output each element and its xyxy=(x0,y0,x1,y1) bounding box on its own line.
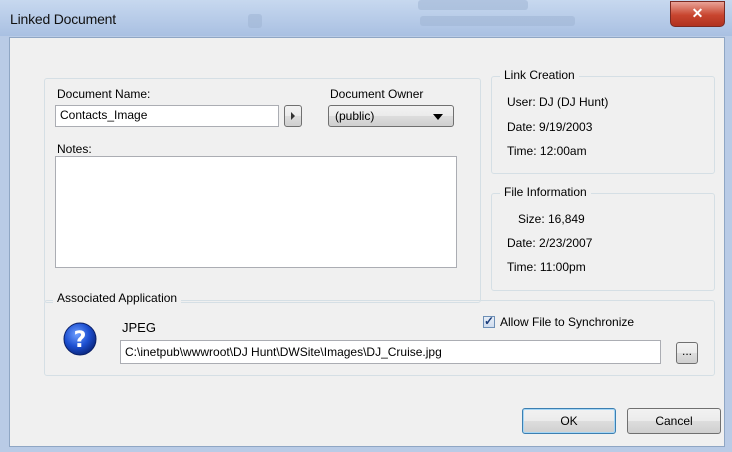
allow-sync-label[interactable]: Allow File to Synchronize xyxy=(500,315,634,329)
document-name-input[interactable]: Contacts_Image xyxy=(55,105,279,127)
file-date: Date: 2/23/2007 xyxy=(507,236,593,250)
document-owner-value: (public) xyxy=(335,109,375,123)
link-creation-user: User: DJ (DJ Hunt) xyxy=(507,95,609,109)
associated-application-legend: Associated Application xyxy=(53,291,182,305)
close-icon: ✕ xyxy=(691,5,704,21)
document-owner-dropdown[interactable]: (public) xyxy=(328,105,454,127)
close-button[interactable]: ✕ xyxy=(670,1,725,27)
document-name-menu-button[interactable] xyxy=(284,105,302,127)
notes-textarea[interactable] xyxy=(55,156,457,268)
allow-sync-checkbox[interactable]: ✓ xyxy=(483,314,495,328)
title-bar[interactable]: Linked Document ✕ xyxy=(0,0,732,36)
associated-app-name: JPEG xyxy=(122,320,156,335)
document-name-label: Document Name: xyxy=(57,87,151,101)
notes-label: Notes: xyxy=(57,142,92,156)
link-creation-time: Time: 12:00am xyxy=(507,144,587,158)
associated-application-groupbox xyxy=(44,300,715,376)
background-blur xyxy=(418,0,528,10)
file-time: Time: 11:00pm xyxy=(507,260,586,274)
browse-button[interactable]: ... xyxy=(676,342,698,364)
link-creation-date: Date: 9/19/2003 xyxy=(507,120,593,134)
chevron-down-icon xyxy=(433,114,443,120)
window-title: Linked Document xyxy=(10,11,116,27)
associated-app-path-input[interactable]: C:\inetpub\wwwroot\DJ Hunt\DWSite\Images… xyxy=(120,340,661,364)
checkmark-icon: ✓ xyxy=(484,314,495,328)
document-owner-label: Document Owner xyxy=(330,87,424,101)
file-size: Size: 16,849 xyxy=(518,212,585,226)
file-information-legend: File Information xyxy=(500,185,591,199)
dialog-body: Document Name: Contacts_Image Document O… xyxy=(9,37,725,447)
dialog-window: Linked Document ✕ Document Name: Contact… xyxy=(0,0,732,452)
ok-button[interactable]: OK xyxy=(522,408,616,434)
link-creation-legend: Link Creation xyxy=(500,68,579,82)
background-blur xyxy=(248,14,262,28)
background-blur xyxy=(420,16,575,26)
help-question-icon: ? xyxy=(63,322,97,356)
cancel-button[interactable]: Cancel xyxy=(627,408,721,434)
menu-arrow-icon xyxy=(291,112,295,120)
svg-text:?: ? xyxy=(74,328,87,353)
